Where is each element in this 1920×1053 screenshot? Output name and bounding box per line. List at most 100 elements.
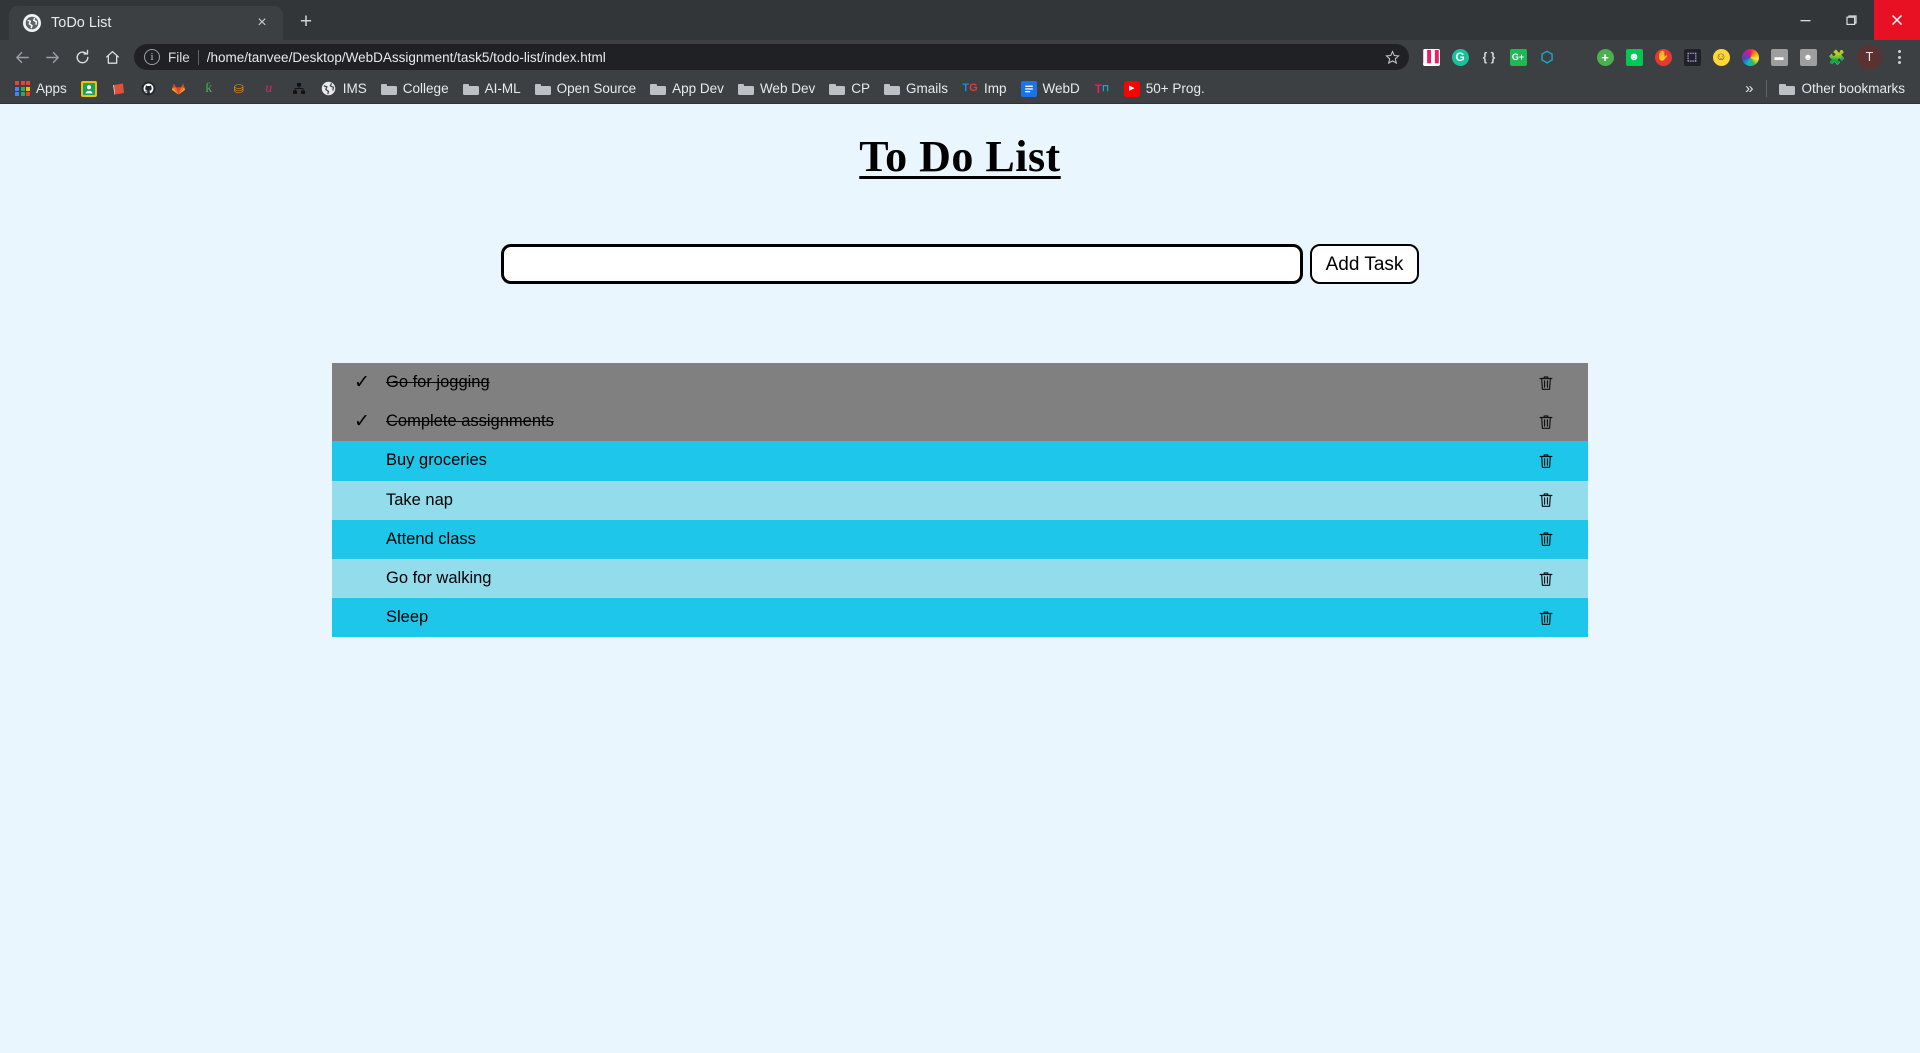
- bookmark-label: Open Source: [556, 81, 637, 96]
- page-title: To Do List: [859, 132, 1061, 181]
- maximize-icon[interactable]: [1828, 0, 1874, 40]
- kebab-menu-icon[interactable]: [1886, 43, 1912, 71]
- task-row[interactable]: Attend class: [332, 519, 1588, 559]
- bookmark-black-square[interactable]: [284, 78, 314, 100]
- bookmark-label: Imp: [984, 81, 1007, 96]
- bookmark-books[interactable]: [104, 78, 134, 100]
- bookmarks-divider: [1766, 80, 1768, 97]
- new-task-input[interactable]: [500, 244, 1303, 284]
- info-icon[interactable]: i: [144, 49, 160, 65]
- contacts-icon: [80, 80, 97, 97]
- url-scheme-label: File: [168, 49, 190, 65]
- forward-icon[interactable]: [38, 43, 66, 71]
- robot-gray-extension-icon[interactable]: ☻: [1794, 43, 1822, 71]
- bookmark-folder-web-dev[interactable]: Web Dev: [731, 78, 822, 99]
- green-script-icon: ƙ: [205, 80, 213, 96]
- bookmark-folder-open-source[interactable]: Open Source: [528, 78, 644, 99]
- bookmark-green-script[interactable]: ƙ: [194, 78, 224, 100]
- bookmark-folder-app-dev[interactable]: App Dev: [643, 78, 731, 99]
- task-row[interactable]: Go for walking: [332, 558, 1588, 599]
- home-icon[interactable]: [98, 43, 126, 71]
- profile-avatar[interactable]: T: [1857, 44, 1882, 70]
- task-row[interactable]: ✓ Go for jogging: [332, 363, 1588, 403]
- bookmark-label: IMS: [342, 81, 367, 96]
- navigation-toolbar: i File /home/tanvee/Desktop/WebDAssignme…: [0, 40, 1920, 74]
- bookmark-imp[interactable]: TG Imp: [955, 78, 1014, 100]
- bookmark-gitlab[interactable]: [164, 78, 194, 100]
- bar-chart-extension-icon[interactable]: ▌▌▌: [1417, 43, 1445, 71]
- bookmark-webd[interactable]: WebD: [1014, 78, 1087, 100]
- address-bar[interactable]: i File /home/tanvee/Desktop/WebDAssignme…: [134, 44, 1409, 70]
- bookmark-50-prog[interactable]: ▶ 50+ Prog.: [1117, 78, 1212, 100]
- trash-icon[interactable]: [1535, 372, 1557, 394]
- url-text[interactable]: /home/tanvee/Desktop/WebDAssignment/task…: [207, 50, 1373, 65]
- window-close-icon[interactable]: [1874, 0, 1920, 40]
- reload-icon[interactable]: [68, 43, 96, 71]
- task-row[interactable]: Buy groceries: [332, 441, 1588, 481]
- bookmark-ims[interactable]: IMS: [314, 78, 374, 100]
- google-plus-extension-icon[interactable]: G+: [1504, 43, 1532, 71]
- bookmark-other-bookmarks[interactable]: Other bookmarks: [1772, 78, 1912, 99]
- color-squares-extension-icon[interactable]: [1562, 43, 1590, 71]
- bookmark-label: CP: [851, 81, 870, 96]
- bookmark-magenta-t[interactable]: T ⊓: [1087, 78, 1117, 100]
- trash-icon[interactable]: [1535, 411, 1557, 433]
- black-square-icon: [291, 81, 307, 97]
- task-row[interactable]: Take nap: [332, 480, 1588, 520]
- check-icon[interactable]: ✓: [332, 410, 374, 433]
- bookmarks-overflow-button[interactable]: »: [1737, 78, 1761, 99]
- bookmark-label: AI-ML: [484, 81, 521, 96]
- apps-grid-icon: [15, 81, 30, 96]
- task-label: Go for jogging: [386, 373, 490, 392]
- task-entry-row: Add Task: [0, 244, 1920, 284]
- trash-icon[interactable]: [1535, 528, 1557, 550]
- bookmark-unacademy[interactable]: u: [254, 78, 284, 100]
- puzzle-extensions-icon[interactable]: 🧩: [1823, 43, 1851, 71]
- color-wheel-extension-icon[interactable]: [1736, 43, 1764, 71]
- bookmark-contacts[interactable]: [74, 78, 104, 100]
- bookmark-folder-cp[interactable]: CP: [822, 78, 877, 99]
- screenshot-extension-icon[interactable]: ⬚: [1678, 43, 1706, 71]
- window-controls: [1782, 0, 1920, 40]
- trash-icon[interactable]: [1535, 607, 1557, 629]
- grammarly-extension-icon[interactable]: G: [1446, 43, 1474, 71]
- close-icon[interactable]: ×: [251, 12, 273, 34]
- bookmark-folder-college[interactable]: College: [374, 78, 456, 99]
- globe-icon: [321, 81, 337, 97]
- check-icon[interactable]: ✓: [332, 371, 374, 394]
- trash-icon[interactable]: [1535, 489, 1557, 511]
- bookmark-apps[interactable]: Apps: [8, 78, 74, 99]
- stop-hand-extension-icon[interactable]: ✋: [1649, 43, 1677, 71]
- folder-icon: [650, 82, 667, 95]
- add-task-button[interactable]: Add Task: [1309, 244, 1420, 284]
- bookmarks-bar: Apps ƙ ⛁ u IMS College AI-ML Open Source…: [0, 74, 1920, 104]
- bookmark-label: Other bookmarks: [1801, 81, 1905, 96]
- new-tab-button[interactable]: +: [291, 7, 321, 37]
- back-icon[interactable]: [8, 43, 36, 71]
- task-row[interactable]: Sleep: [332, 598, 1588, 638]
- gitlab-icon: [171, 81, 187, 97]
- bookmark-folder-gmails[interactable]: Gmails: [877, 78, 955, 99]
- bookmark-label: 50+ Prog.: [1145, 81, 1205, 96]
- minimize-icon[interactable]: [1782, 0, 1828, 40]
- hexagon-extension-icon[interactable]: ⬡: [1533, 43, 1561, 71]
- trash-icon[interactable]: [1535, 450, 1557, 472]
- task-row[interactable]: ✓ Complete assignments: [332, 402, 1588, 442]
- device-gray-extension-icon[interactable]: ▬: [1765, 43, 1793, 71]
- json-viewer-extension-icon[interactable]: { }: [1475, 43, 1503, 71]
- emoji-extension-icon[interactable]: ☺: [1707, 43, 1735, 71]
- globe-icon: [23, 14, 41, 32]
- add-plus-extension-icon[interactable]: +: [1591, 43, 1619, 71]
- task-label: Attend class: [386, 529, 476, 548]
- trash-icon[interactable]: [1535, 568, 1557, 590]
- bookmark-label: Web Dev: [759, 81, 816, 96]
- bookmark-star-icon[interactable]: [1381, 46, 1403, 68]
- smiley-green-extension-icon[interactable]: ☻: [1620, 43, 1648, 71]
- doc-icon: [1020, 80, 1037, 97]
- tab-todo-list[interactable]: ToDo List ×: [9, 6, 283, 40]
- bookmark-github[interactable]: [134, 78, 164, 100]
- bookmark-label: WebD: [1042, 81, 1080, 96]
- bookmark-folder-ai-ml[interactable]: AI-ML: [456, 78, 528, 99]
- task-list: ✓ Go for jogging ✓ Complete assignments …: [332, 363, 1588, 638]
- bookmark-orange-app[interactable]: ⛁: [224, 78, 254, 100]
